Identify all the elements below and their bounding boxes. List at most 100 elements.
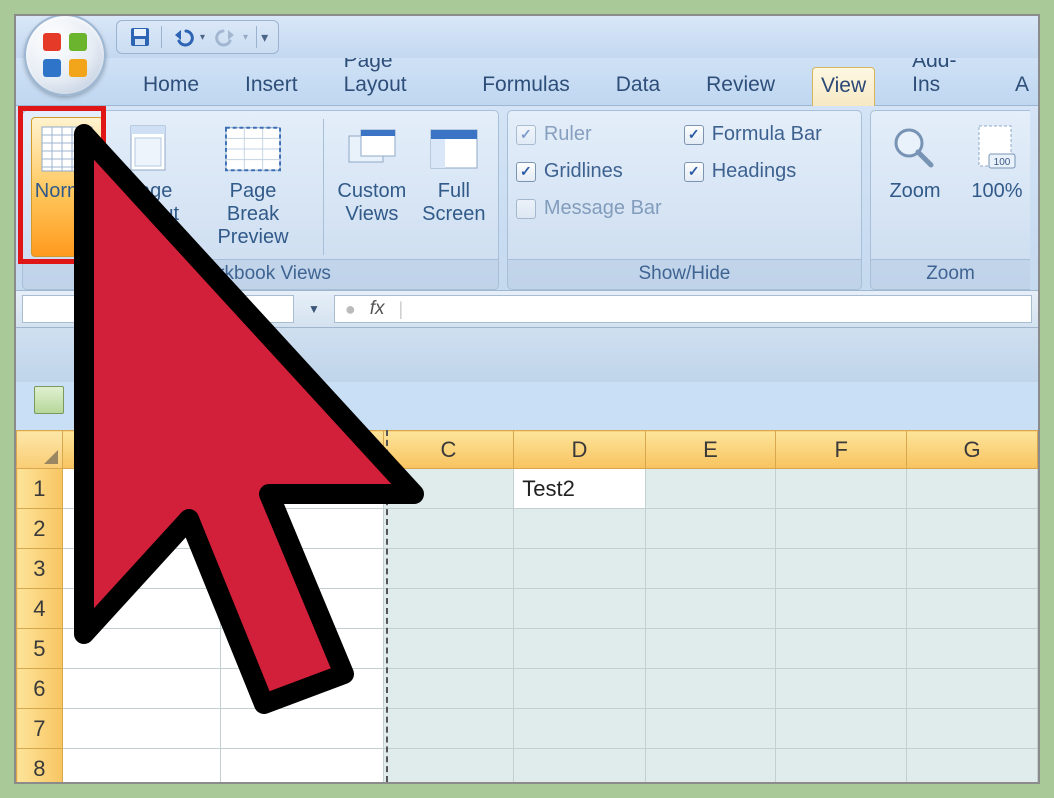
cell[interactable] — [221, 589, 383, 629]
workbook-icon[interactable] — [34, 386, 64, 414]
cell[interactable]: Test2 — [514, 469, 645, 509]
undo-button[interactable] — [170, 24, 196, 50]
cell[interactable] — [645, 469, 776, 509]
cell[interactable] — [907, 589, 1038, 629]
cell[interactable] — [907, 629, 1038, 669]
cell[interactable] — [907, 469, 1038, 509]
row-header[interactable]: 7 — [17, 709, 63, 749]
page-layout-button[interactable]: PageLayout — [113, 117, 185, 257]
ruler-checkbox[interactable]: ✓ Ruler — [516, 121, 662, 148]
cell[interactable] — [62, 469, 220, 509]
column-header[interactable]: G — [907, 431, 1038, 469]
cell[interactable] — [62, 709, 220, 749]
cell[interactable] — [907, 549, 1038, 589]
cell[interactable] — [383, 509, 514, 549]
cell[interactable] — [514, 549, 645, 589]
qat-customize-icon[interactable]: ▾ — [261, 29, 268, 46]
row-header[interactable]: 6 — [17, 669, 63, 709]
formula-bar-checkbox[interactable]: ✓ Formula Bar — [684, 121, 822, 148]
table-row[interactable]: 6 — [17, 669, 1038, 709]
cell[interactable] — [514, 669, 645, 709]
normal-view-button[interactable]: Normal — [31, 117, 103, 257]
column-header[interactable] — [62, 431, 220, 469]
cell[interactable] — [514, 629, 645, 669]
tab-insert[interactable]: Insert — [236, 66, 307, 105]
row-header[interactable]: 8 — [17, 749, 63, 785]
cell[interactable] — [62, 669, 220, 709]
table-row[interactable]: 2 — [17, 509, 1038, 549]
row-header[interactable]: 4 — [17, 589, 63, 629]
cell[interactable] — [776, 709, 907, 749]
cell[interactable] — [514, 709, 645, 749]
cell[interactable] — [514, 749, 645, 785]
spreadsheet[interactable]: C D E F G 1Test22345678 — [16, 430, 1038, 782]
cell[interactable] — [221, 549, 383, 589]
cell[interactable] — [383, 589, 514, 629]
cell[interactable] — [62, 509, 220, 549]
cell[interactable] — [383, 669, 514, 709]
column-header[interactable]: F — [776, 431, 907, 469]
cell[interactable] — [383, 629, 514, 669]
cell[interactable] — [221, 669, 383, 709]
cell[interactable] — [776, 669, 907, 709]
cell[interactable] — [383, 549, 514, 589]
formula-input[interactable]: ● fx | — [334, 295, 1032, 323]
tab-more[interactable]: A — [1006, 66, 1038, 105]
custom-views-button[interactable]: CustomViews — [336, 117, 408, 257]
column-header[interactable]: E — [645, 431, 776, 469]
cell[interactable] — [514, 509, 645, 549]
cell[interactable] — [221, 629, 383, 669]
cell[interactable] — [221, 509, 383, 549]
cell[interactable] — [645, 549, 776, 589]
cell[interactable] — [62, 629, 220, 669]
tab-data[interactable]: Data — [607, 66, 669, 105]
table-row[interactable]: 7 — [17, 709, 1038, 749]
cell[interactable] — [645, 589, 776, 629]
cell[interactable] — [514, 589, 645, 629]
tab-review[interactable]: Review — [697, 66, 784, 105]
headings-checkbox[interactable]: ✓ Headings — [684, 158, 822, 185]
column-header[interactable]: C — [383, 431, 514, 469]
cell[interactable] — [221, 709, 383, 749]
tab-view[interactable]: View — [812, 67, 875, 106]
cell[interactable] — [907, 509, 1038, 549]
cell[interactable] — [221, 749, 383, 785]
row-header[interactable]: 2 — [17, 509, 63, 549]
tab-home[interactable]: Home — [134, 66, 208, 105]
cell[interactable] — [907, 749, 1038, 785]
cell[interactable] — [62, 589, 220, 629]
message-bar-checkbox[interactable]: ✓ Message Bar — [516, 195, 662, 222]
page-break-preview-button[interactable]: PageBreak Preview — [195, 117, 311, 257]
cell[interactable] — [645, 669, 776, 709]
cell[interactable] — [383, 749, 514, 785]
cell[interactable] — [776, 469, 907, 509]
cell[interactable] — [776, 549, 907, 589]
redo-dropdown-icon[interactable]: ▾ — [243, 32, 248, 43]
table-row[interactable]: 1Test2 — [17, 469, 1038, 509]
column-header[interactable] — [221, 431, 383, 469]
zoom-button[interactable]: Zoom — [879, 117, 951, 257]
cell[interactable] — [776, 589, 907, 629]
column-headers[interactable]: C D E F G — [17, 431, 1038, 469]
cell[interactable] — [776, 509, 907, 549]
row-header[interactable]: 3 — [17, 549, 63, 589]
cell[interactable] — [383, 469, 514, 509]
cell[interactable] — [776, 629, 907, 669]
cell[interactable] — [221, 469, 383, 509]
cell[interactable] — [62, 749, 220, 785]
cell[interactable] — [383, 709, 514, 749]
name-box-dropdown-icon[interactable]: ▼ — [308, 302, 320, 316]
cell[interactable] — [907, 709, 1038, 749]
row-header[interactable]: 5 — [17, 629, 63, 669]
cell[interactable] — [645, 749, 776, 785]
tab-formulas[interactable]: Formulas — [473, 66, 579, 105]
table-row[interactable]: 8 — [17, 749, 1038, 785]
cell[interactable] — [645, 629, 776, 669]
cell[interactable] — [62, 549, 220, 589]
cell[interactable] — [645, 709, 776, 749]
cell[interactable] — [645, 509, 776, 549]
table-row[interactable]: 5 — [17, 629, 1038, 669]
table-row[interactable]: 4 — [17, 589, 1038, 629]
save-button[interactable] — [127, 24, 153, 50]
select-all-corner[interactable] — [17, 431, 63, 469]
